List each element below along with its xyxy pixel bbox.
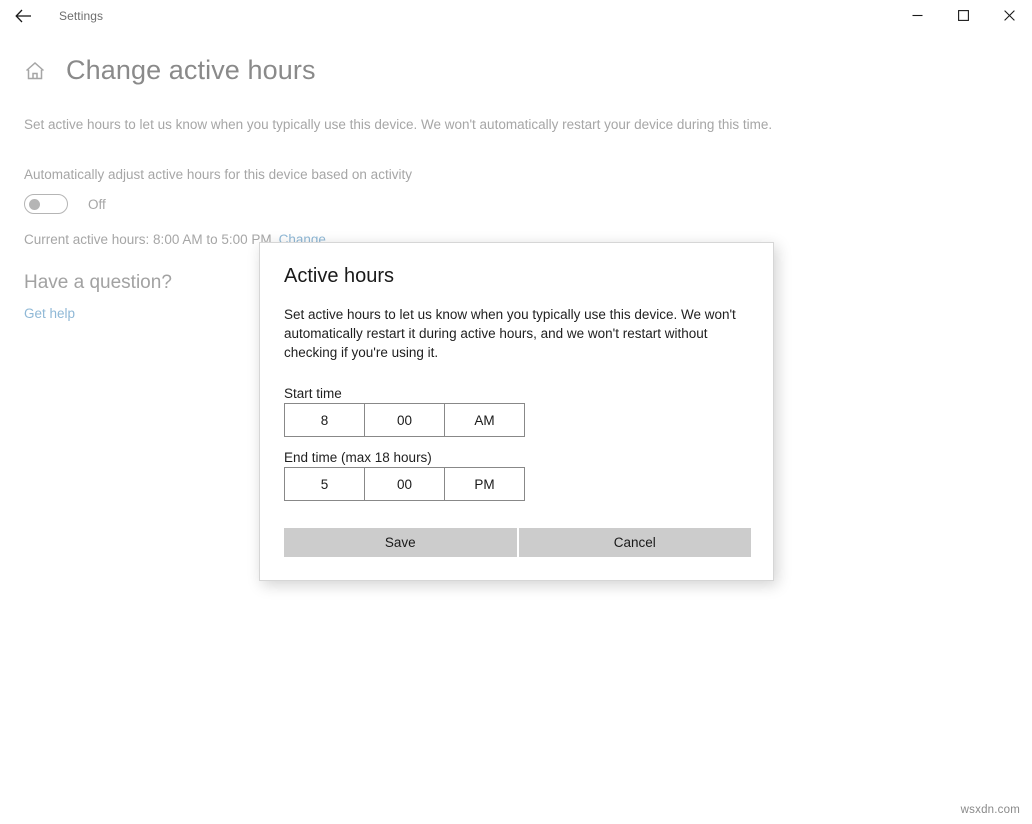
start-meridiem-field[interactable]: AM xyxy=(444,403,525,437)
settings-window: Settings Change active hours Set active … xyxy=(0,0,1032,824)
dialog-actions: Save Cancel xyxy=(284,528,751,557)
watermark: wsxdn.com xyxy=(960,804,1020,816)
end-time-picker: 5 00 PM xyxy=(284,467,525,501)
save-button[interactable]: Save xyxy=(284,528,517,557)
page-header: Change active hours xyxy=(24,55,316,86)
end-time-label: End time (max 18 hours) xyxy=(284,450,432,465)
start-minute-field[interactable]: 00 xyxy=(364,403,444,437)
end-hour-field[interactable]: 5 xyxy=(284,467,364,501)
minimize-icon xyxy=(912,9,923,24)
page-description: Set active hours to let us know when you… xyxy=(24,117,773,132)
get-help-link[interactable]: Get help xyxy=(24,306,75,321)
close-button[interactable] xyxy=(986,0,1032,32)
end-minute-field[interactable]: 00 xyxy=(364,467,444,501)
cancel-button[interactable]: Cancel xyxy=(518,528,751,557)
maximize-icon xyxy=(957,9,969,24)
dialog-title: Active hours xyxy=(284,265,395,287)
auto-adjust-toggle-row: Off xyxy=(24,194,106,214)
window-controls xyxy=(894,0,1032,32)
active-hours-dialog: Active hours Set active hours to let us … xyxy=(259,242,774,581)
page-title: Change active hours xyxy=(66,55,316,85)
start-time-picker: 8 00 AM xyxy=(284,403,525,437)
window-title: Settings xyxy=(59,9,104,23)
start-hour-field[interactable]: 8 xyxy=(284,403,364,437)
minimize-button[interactable] xyxy=(894,0,940,32)
end-meridiem-field[interactable]: PM xyxy=(444,467,525,501)
maximize-button[interactable] xyxy=(940,0,986,32)
auto-adjust-label: Automatically adjust active hours for th… xyxy=(24,167,412,182)
current-active-hours-text: Current active hours: 8:00 AM to 5:00 PM xyxy=(24,232,272,247)
auto-adjust-toggle[interactable] xyxy=(24,194,68,214)
home-icon[interactable] xyxy=(24,60,46,82)
toggle-knob xyxy=(29,199,40,210)
back-arrow-icon xyxy=(14,9,32,23)
start-time-label: Start time xyxy=(284,386,342,401)
have-a-question-heading: Have a question? xyxy=(24,272,172,293)
dialog-body-text: Set active hours to let us know when you… xyxy=(284,307,736,360)
close-icon xyxy=(1003,9,1015,24)
title-bar: Settings xyxy=(0,0,1032,32)
back-button[interactable] xyxy=(0,0,46,32)
toggle-state-label: Off xyxy=(88,196,106,212)
